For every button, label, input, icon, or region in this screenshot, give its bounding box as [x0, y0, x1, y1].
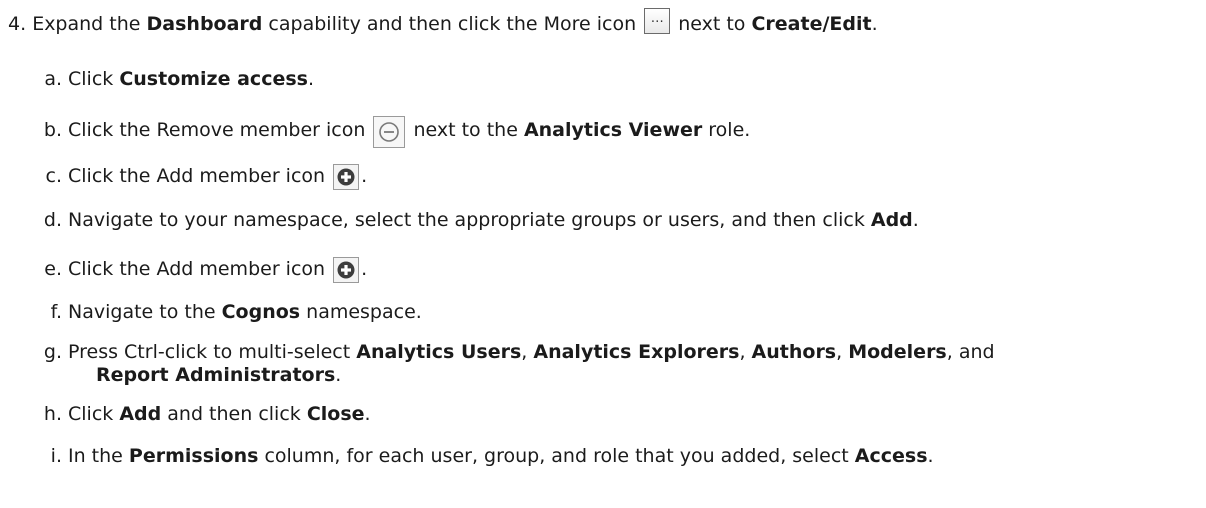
- substep-c: c. Click the Add member icon .: [40, 164, 367, 190]
- substep-g: g. Press Ctrl-click to multi-select Analy…: [43, 341, 995, 363]
- substep-i: i. In the Permissions column, for each us…: [50, 445, 934, 467]
- substep-f: f. Navigate to the Cognos namespace.: [50, 301, 422, 323]
- substep-a: a. Click Customize access.: [44, 68, 315, 90]
- dashboard-term: Dashboard: [146, 13, 263, 35]
- step-number: 4.: [8, 13, 27, 35]
- procedure-document: 4. Expand the Dashboard capability and t…: [0, 0, 1206, 508]
- substep-d: d. Navigate to your namespace, select the…: [43, 209, 919, 231]
- add-member-icon: [333, 164, 360, 190]
- step-4: 4. Expand the Dashboard capability and t…: [8, 6, 878, 37]
- add-member-icon: [333, 257, 360, 283]
- substep-e: e. Click the Add member icon .: [40, 257, 367, 283]
- substep-g-continued: Report Administrators.: [96, 364, 342, 386]
- substep-h: h. Click Add and then click Close.: [43, 403, 371, 425]
- create-edit-term: Create/Edit: [751, 13, 872, 35]
- more-icon: [644, 6, 671, 34]
- remove-member-icon: [373, 116, 406, 148]
- substep-b: b. Click the Remove member icon next to t…: [40, 116, 750, 148]
